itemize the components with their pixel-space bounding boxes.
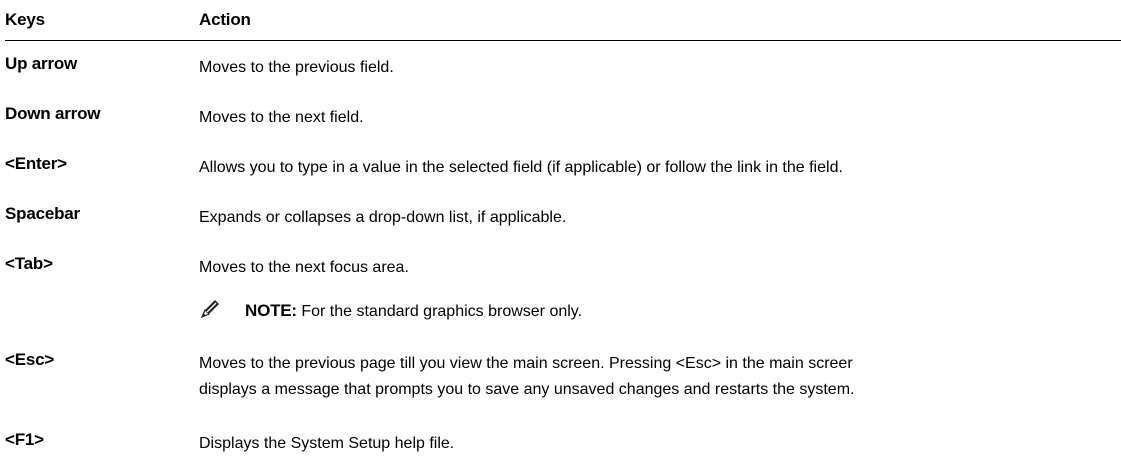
row-action: Moves to the previous field.: [199, 59, 394, 76]
row-action: Moves to the next field.: [199, 109, 364, 126]
row-key: <Tab>: [5, 254, 53, 273]
row-action: Allows you to type in a value in the sel…: [199, 159, 843, 176]
row-key: <Esc>: [5, 350, 55, 369]
keys-action-table: Keys Action Up arrow Moves to the previo…: [5, 0, 1121, 452]
note: NOTE: For the standard graphics browser …: [199, 298, 999, 326]
row-key: Spacebar: [5, 204, 80, 223]
column-header-action: Action: [199, 10, 251, 29]
row-key: Up arrow: [5, 54, 78, 73]
pencil-note-icon: [200, 300, 219, 319]
note-body: For the standard graphics browser only.: [296, 303, 583, 320]
row-action: Moves to the next focus area.: [199, 259, 409, 276]
row-action-line: displays a message that prompts you to s…: [199, 381, 855, 398]
row-key: Down arrow: [5, 104, 101, 123]
column-header-keys: Keys: [5, 10, 45, 29]
row-key: <F1>: [5, 430, 44, 449]
row-action: Displays the System Setup help file.: [199, 435, 455, 452]
row-key: <Enter>: [5, 154, 67, 173]
note-label: NOTE:: [245, 301, 297, 320]
row-action-line: Moves to the previous page till you view…: [199, 355, 853, 372]
row-action: Moves to the previous page till you view…: [199, 351, 854, 403]
note-text: NOTE: For the standard graphics browser …: [245, 301, 582, 321]
row-action: Expands or collapses a drop-down list, i…: [199, 209, 567, 226]
table-header: Keys Action: [5, 0, 1121, 41]
